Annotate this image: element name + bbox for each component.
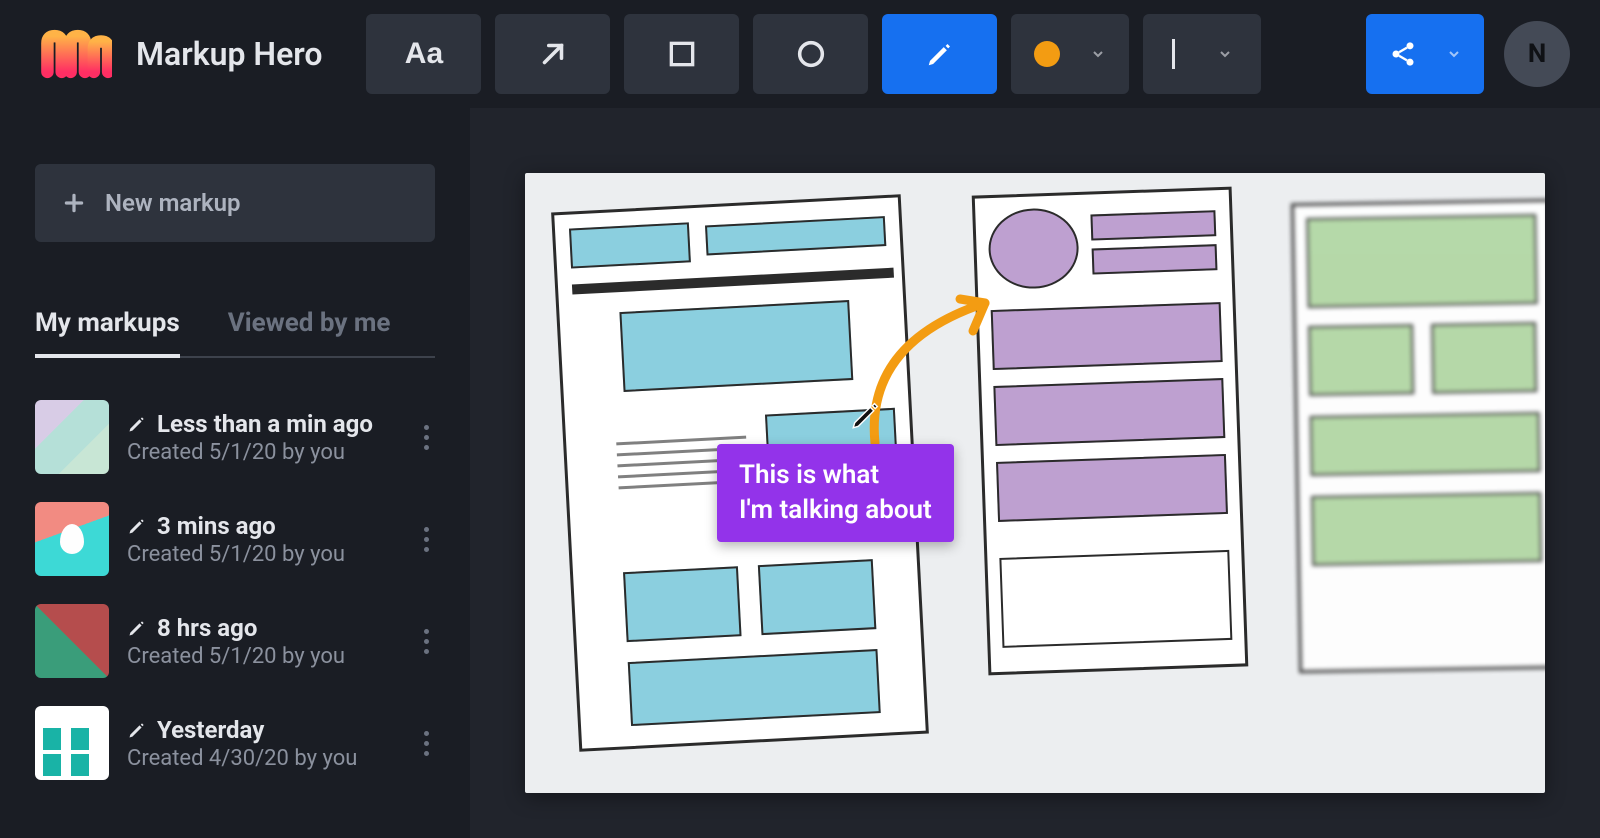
rectangle-tool-button[interactable] (624, 14, 739, 94)
new-markup-button[interactable]: New markup (35, 164, 435, 242)
new-markup-label: New markup (105, 189, 241, 217)
canvas-area: This is what I'm talking about (470, 108, 1600, 838)
text-tool-button[interactable]: Aa (366, 14, 481, 94)
pen-cursor-icon (849, 398, 883, 432)
tab-viewed-by-me[interactable]: Viewed by me (228, 308, 391, 356)
canvas[interactable]: This is what I'm talking about (525, 173, 1545, 793)
item-subtitle: Created 5/1/20 by you (127, 644, 400, 669)
share-button[interactable] (1366, 14, 1484, 94)
thumbnail-icon (35, 502, 109, 576)
stroke-width-button[interactable] (1143, 14, 1261, 94)
thumbnail-icon (35, 400, 109, 474)
circle-icon (794, 37, 828, 71)
list-item[interactable]: Less than a min ago Created 5/1/20 by yo… (35, 400, 435, 474)
item-subtitle: Created 5/1/20 by you (127, 440, 400, 465)
item-subtitle: Created 4/30/20 by you (127, 746, 400, 771)
chevron-down-icon (1090, 46, 1106, 62)
item-menu-button[interactable] (418, 521, 435, 558)
app-logo-icon (40, 29, 112, 79)
color-picker-button[interactable] (1011, 14, 1129, 94)
item-title: Less than a min ago (157, 410, 373, 438)
sidebar: New markup My markups Viewed by me Less … (0, 108, 470, 838)
share-icon (1389, 40, 1417, 68)
item-title: 3 mins ago (157, 512, 276, 540)
pen-icon (127, 516, 147, 536)
text-icon: Aa (405, 37, 443, 71)
item-subtitle: Created 5/1/20 by you (127, 542, 400, 567)
item-menu-button[interactable] (418, 623, 435, 660)
square-icon (666, 38, 698, 70)
thumbnail-icon (35, 706, 109, 780)
pen-tool-button[interactable] (882, 14, 997, 94)
chevron-down-icon (1217, 46, 1233, 62)
chevron-down-icon (1446, 46, 1462, 62)
plus-icon (61, 190, 87, 216)
list-item[interactable]: Yesterday Created 4/30/20 by you (35, 706, 435, 780)
arrow-icon (536, 37, 570, 71)
line-weight-icon (1172, 39, 1175, 69)
canvas-image: This is what I'm talking about (525, 173, 1545, 793)
item-title: Yesterday (157, 716, 264, 744)
app-title: Markup Hero (136, 35, 322, 73)
item-menu-button[interactable] (418, 725, 435, 762)
pen-icon (127, 414, 147, 434)
sidebar-tabs: My markups Viewed by me (35, 308, 435, 358)
user-avatar[interactable]: N (1504, 21, 1570, 87)
arrow-tool-button[interactable] (495, 14, 610, 94)
color-swatch-icon (1034, 41, 1060, 67)
callout-line1: This is what (739, 460, 879, 490)
markup-list: Less than a min ago Created 5/1/20 by yo… (35, 400, 435, 780)
thumbnail-icon (35, 604, 109, 678)
pen-icon (127, 618, 147, 638)
item-title: 8 hrs ago (157, 614, 257, 642)
list-item[interactable]: 8 hrs ago Created 5/1/20 by you (35, 604, 435, 678)
pen-icon (127, 720, 147, 740)
top-toolbar: Markup Hero Aa (0, 0, 1600, 108)
list-item[interactable]: 3 mins ago Created 5/1/20 by you (35, 502, 435, 576)
annotation-callout[interactable]: This is what I'm talking about (717, 444, 954, 542)
item-menu-button[interactable] (418, 419, 435, 456)
oval-tool-button[interactable] (753, 14, 868, 94)
callout-line2: I'm talking about (739, 495, 932, 525)
tab-my-markups[interactable]: My markups (35, 308, 180, 356)
pen-icon (925, 39, 955, 69)
